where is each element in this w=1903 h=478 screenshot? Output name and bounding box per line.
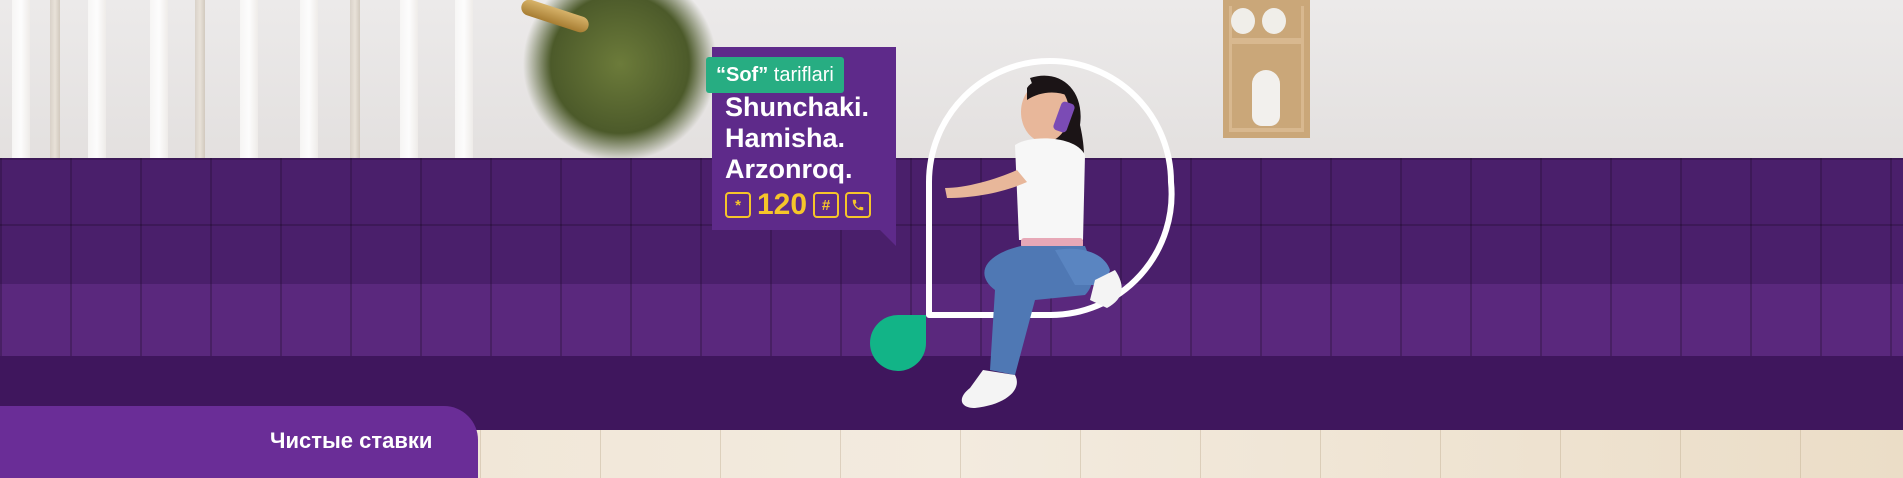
ussd-code: * 120 # <box>725 188 872 221</box>
curtain-stripe <box>300 0 318 160</box>
curtain-stripe <box>88 0 106 160</box>
green-dot-graphic <box>870 315 926 371</box>
headline-line-2: Hamisha. <box>725 123 846 153</box>
star-key-icon: * <box>725 192 751 218</box>
curtain-stripe <box>400 0 418 160</box>
tariff-tag-rest: tariflari <box>773 64 834 86</box>
curtain-stripe <box>455 0 473 160</box>
curtain-stripe <box>350 0 360 160</box>
woman-on-phone-illustration <box>945 75 1122 408</box>
vase-decor <box>1252 70 1280 126</box>
category-tab-label[interactable]: Чистые ставки <box>270 428 432 454</box>
tariff-tag: “Sof” tariflari <box>706 57 844 93</box>
curtain-stripe <box>50 0 60 160</box>
curtain-stripe <box>240 0 258 160</box>
curtain-stripe <box>150 0 168 160</box>
promo-headline: Shunchaki. Hamisha. Arzonroq. <box>725 92 869 185</box>
vase-decor <box>1262 8 1286 34</box>
headline-line-3: Arzonroq. <box>725 154 853 184</box>
tariff-tag-name: “Sof” <box>716 64 769 86</box>
curtain-stripe <box>12 0 30 160</box>
headline-line-1: Shunchaki. <box>725 92 870 122</box>
curtain-stripe <box>195 0 205 160</box>
phone-icon <box>845 192 872 218</box>
plant-decor <box>520 0 720 160</box>
vase-decor <box>1231 8 1255 34</box>
promo-box-tail <box>880 230 896 246</box>
ussd-number: 120 <box>757 188 808 221</box>
hash-key-icon: # <box>813 192 840 218</box>
